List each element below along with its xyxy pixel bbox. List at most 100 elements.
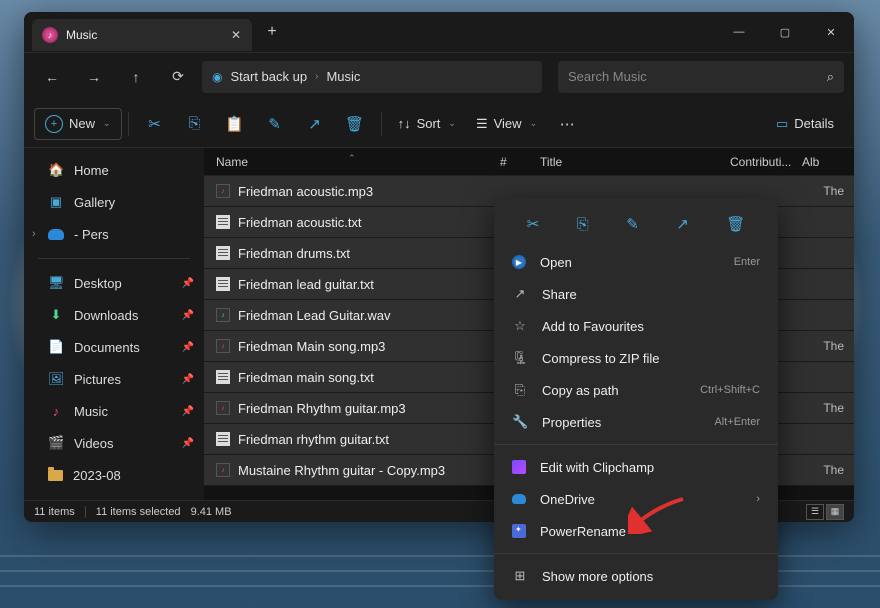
- sidebar-item-desktop[interactable]: 🖥Desktop📌: [24, 267, 204, 299]
- file-name: Friedman Lead Guitar.wav: [238, 308, 498, 323]
- sidebar-item-folder[interactable]: 2023-08: [24, 459, 204, 491]
- ctx-cut-icon[interactable]: ✂: [527, 215, 540, 233]
- videos-icon: 🎬: [48, 435, 64, 451]
- command-bar: + New ⌄ ✂ ⎘ 📋 ✎ ↗ 🗑 ↑↓ Sort ⌄ ☰ View ⌄ ⋯…: [24, 100, 854, 148]
- ctx-properties[interactable]: 🔧PropertiesAlt+Enter: [494, 406, 778, 438]
- sort-button[interactable]: ↑↓ Sort ⌄: [388, 108, 466, 140]
- ctx-copy-icon[interactable]: ⎘: [577, 216, 589, 233]
- ctx-copy-path[interactable]: ⎘Copy as pathCtrl+Shift+C: [494, 374, 778, 406]
- new-tab-button[interactable]: +: [256, 23, 288, 41]
- sidebar-item-pictures[interactable]: 🖼Pictures📌: [24, 363, 204, 395]
- copy-button[interactable]: ⎘: [175, 108, 215, 140]
- column-contributing[interactable]: Contributi...: [730, 155, 802, 169]
- tab-music[interactable]: ♪ Music ✕: [32, 19, 252, 51]
- ctx-share-icon[interactable]: ↗: [676, 215, 689, 233]
- desktop-icon: 🖥: [48, 275, 64, 291]
- forward-button[interactable]: →: [76, 61, 112, 93]
- music-folder-icon: ♪: [42, 27, 58, 43]
- details-pane-button[interactable]: ▭ Details: [766, 108, 844, 140]
- path-icon: ⎘: [512, 382, 528, 398]
- refresh-button[interactable]: ⟳: [160, 61, 196, 93]
- sidebar-item-videos[interactable]: 🎬Videos📌: [24, 427, 204, 459]
- maximize-button[interactable]: ▢: [762, 12, 808, 52]
- file-name: Friedman acoustic.txt: [238, 215, 498, 230]
- rename-button[interactable]: ✎: [255, 108, 295, 140]
- sidebar-item-home[interactable]: 🏠Home: [24, 154, 204, 186]
- file-name: Friedman main song.txt: [238, 370, 498, 385]
- sidebar-item-onedrive[interactable]: - Pers: [24, 218, 204, 250]
- selection-size: 9.41 MB: [191, 506, 232, 518]
- ctx-compress[interactable]: 🗜Compress to ZIP file: [494, 342, 778, 374]
- ctx-show-more[interactable]: ⊞Show more options: [494, 560, 778, 592]
- ctx-powerrename[interactable]: PowerRename: [494, 515, 778, 547]
- pin-icon: 📌: [182, 406, 194, 417]
- up-button[interactable]: ↑: [118, 61, 154, 93]
- search-placeholder: Search Music: [568, 69, 647, 84]
- view-details-icon[interactable]: ☰: [806, 504, 824, 520]
- download-icon: ⬇: [48, 307, 64, 323]
- music-icon: ♪: [48, 404, 64, 419]
- document-icon: 📄: [48, 339, 64, 355]
- new-button[interactable]: + New ⌄: [34, 108, 122, 140]
- ctx-share[interactable]: ↗Share: [494, 278, 778, 310]
- column-title[interactable]: Title: [540, 155, 730, 169]
- zip-icon: 🗜: [512, 350, 528, 366]
- delete-button[interactable]: 🗑: [335, 108, 375, 140]
- item-count: 11 items: [34, 506, 75, 518]
- sidebar-item-gallery[interactable]: ▣Gallery: [24, 186, 204, 218]
- more-button[interactable]: ⋯: [547, 108, 587, 140]
- file-name: Friedman acoustic.mp3: [238, 184, 498, 199]
- sidebar-item-music[interactable]: ♪Music📌: [24, 395, 204, 427]
- chevron-right-icon: ›: [315, 71, 318, 82]
- file-name: Friedman lead guitar.txt: [238, 277, 498, 292]
- file-name: Friedman drums.txt: [238, 246, 498, 261]
- mp3-file-icon: ♪: [216, 339, 230, 353]
- breadcrumb-root[interactable]: Start back up: [230, 69, 307, 84]
- paste-button[interactable]: 📋: [215, 108, 255, 140]
- txt-file-icon: [216, 246, 230, 260]
- pin-icon: 📌: [182, 278, 194, 289]
- pin-icon: 📌: [182, 374, 194, 385]
- sidebar-item-documents[interactable]: 📄Documents📌: [24, 331, 204, 363]
- mp3-file-icon: ♪: [216, 401, 230, 415]
- pin-icon: 📌: [182, 342, 194, 353]
- column-track[interactable]: #: [500, 155, 540, 169]
- powerrename-icon: [512, 524, 526, 538]
- selected-count: 11 items selected: [96, 506, 181, 518]
- view-icon: ☰: [476, 116, 488, 132]
- pictures-icon: 🖼: [48, 371, 64, 387]
- address-bar[interactable]: ◉ Start back up › Music: [202, 61, 542, 93]
- close-tab-icon[interactable]: ✕: [228, 28, 244, 42]
- ctx-clipchamp[interactable]: Edit with Clipchamp: [494, 451, 778, 483]
- details-icon: ▭: [776, 116, 788, 132]
- file-name: Mustaine Rhythm guitar - Copy.mp3: [238, 463, 498, 478]
- minimize-button[interactable]: —: [716, 12, 762, 52]
- breadcrumb-current[interactable]: Music: [326, 69, 360, 84]
- more-options-icon: ⊞: [512, 568, 528, 584]
- sidebar-item-downloads[interactable]: ⬇Downloads📌: [24, 299, 204, 331]
- column-album[interactable]: Alb: [802, 155, 832, 169]
- close-window-button[interactable]: ✕: [808, 12, 854, 52]
- folder-icon: [48, 470, 63, 481]
- ctx-onedrive[interactable]: OneDrive›: [494, 483, 778, 515]
- wav-file-icon: ♪: [216, 308, 230, 322]
- ctx-favourites[interactable]: ☆Add to Favourites: [494, 310, 778, 342]
- ctx-rename-icon[interactable]: ✎: [626, 215, 639, 233]
- file-name: Friedman rhythm guitar.txt: [238, 432, 498, 447]
- wrench-icon: 🔧: [512, 414, 528, 430]
- ctx-delete-icon[interactable]: 🗑: [726, 215, 745, 233]
- back-button[interactable]: ←: [34, 61, 70, 93]
- view-button[interactable]: ☰ View ⌄: [466, 108, 547, 140]
- column-name[interactable]: Name⌃: [216, 155, 500, 169]
- column-headers: Name⌃ # Title Contributi... Alb: [204, 148, 854, 176]
- file-name: Friedman Main song.mp3: [238, 339, 498, 354]
- cut-button[interactable]: ✂: [135, 108, 175, 140]
- sort-icon: ↑↓: [398, 116, 411, 131]
- gallery-icon: ▣: [48, 194, 64, 210]
- ctx-open[interactable]: ▶OpenEnter: [494, 246, 778, 278]
- search-input[interactable]: Search Music ⌕: [558, 61, 844, 93]
- mp3-file-icon: ♪: [216, 184, 230, 198]
- share-button[interactable]: ↗: [295, 108, 335, 140]
- view-tiles-icon[interactable]: ▦: [826, 504, 844, 520]
- backup-icon: ◉: [212, 70, 222, 84]
